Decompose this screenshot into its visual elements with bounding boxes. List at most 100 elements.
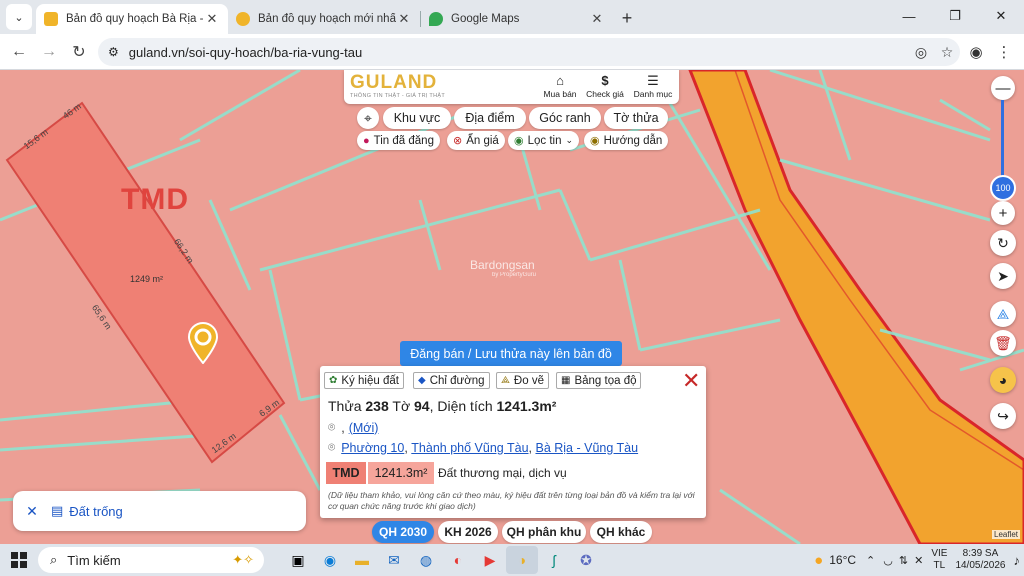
guland-logo[interactable]: GULAND THÔNG TIN THẬT - GIÁ TRỊ THẬT [350, 73, 446, 101]
post-parcel-button[interactable]: Đăng bán / Lưu thửa này lên bản đồ [400, 341, 622, 366]
windows-start-icon[interactable] [0, 552, 38, 568]
navigate-arrow-icon[interactable]: ➤ [990, 263, 1016, 289]
notification-bell-icon[interactable]: ♪ [1014, 553, 1021, 568]
zoom-in-icon[interactable]: + [991, 201, 1015, 225]
reload-icon[interactable]: ↻ [64, 37, 94, 67]
map-pin-icon[interactable] [186, 322, 220, 364]
lang-code: VIE [931, 548, 948, 559]
trash-icon[interactable]: 🗑 [990, 330, 1016, 356]
filter-goc-ranh[interactable]: Góc ranh [529, 107, 601, 129]
zoom-level-badge[interactable]: 100 [990, 175, 1016, 201]
measure-icon[interactable]: ⟁ [990, 301, 1016, 327]
url-omnibox[interactable]: ⚙ guland.vn/soi-quy-hoach/ba-ria-vung-ta… [98, 38, 960, 66]
plan-qh-khac-button[interactable]: QH khác [590, 521, 652, 543]
title-word: Thửa [328, 398, 362, 414]
input-language[interactable]: VIE TL [931, 548, 947, 572]
address-new-line: ⌾ , (Mới) [328, 420, 378, 435]
network-icon[interactable]: ⇅ [899, 554, 908, 567]
volume-mute-icon[interactable]: ✕ [914, 554, 923, 567]
tab-search-chevron-icon[interactable]: ⌄ [6, 4, 32, 30]
menu-kebab-icon[interactable]: ⋮ [990, 38, 1018, 66]
land-status-label[interactable]: Đất trống [69, 504, 122, 519]
ward-link[interactable]: Phường 10 [341, 441, 404, 455]
close-tab-icon[interactable]: ✕ [589, 11, 605, 27]
filter-tin-da-dang[interactable]: ● Tin đã đăng [357, 131, 440, 150]
logo-slogan: THÔNG TIN THẬT - GIÁ TRỊ THẬT [350, 93, 445, 99]
bookmark-star-icon[interactable]: ☆ [934, 44, 960, 61]
city-link[interactable]: Thành phố Vũng Tàu [411, 441, 528, 455]
address-prefix: , [341, 420, 345, 435]
land-symbol-icon: ✿ [329, 375, 338, 386]
back-arrow-icon[interactable]: ← [4, 37, 34, 67]
tab-planning[interactable]: Bản đồ quy hoạch mới nhất Thành phố ✕ [228, 4, 420, 34]
tab-do-ve[interactable]: ⟁ Đo vẽ [496, 372, 549, 389]
map-canvas[interactable]: TMD 1249 m² 46 m 15,6 m 66,2 m 65,6 m 6,… [0, 70, 1024, 544]
task-view-icon[interactable]: ▣ [282, 546, 314, 574]
clock[interactable]: 8:39 SA 14/05/2026 [955, 548, 1005, 572]
restore-icon[interactable]: ❐ [932, 0, 978, 32]
site-info-icon[interactable]: ⚙ [108, 45, 119, 59]
chrome-guland-icon[interactable]: ◑ [506, 546, 538, 574]
guide-icon: ◉ [590, 135, 600, 147]
outlook-icon[interactable]: ✉ [378, 546, 410, 574]
province-link[interactable]: Bà Rịa - Vũng Tàu [535, 441, 638, 455]
parcel-area: 1241.3m² [496, 398, 557, 414]
filter-to-thua[interactable]: Tờ thửa [604, 107, 668, 129]
new-tab-plus-icon[interactable]: + [613, 4, 641, 32]
sheet-number: 94 [414, 398, 430, 414]
plan-qh-phan-khu-button[interactable]: QH phân khu [502, 521, 586, 543]
close-card-icon[interactable]: ✕ [13, 503, 51, 520]
app-photos-icon[interactable]: ✪ [570, 546, 602, 574]
eye-off-icon[interactable]: ◎ [908, 44, 934, 61]
filter-icon: ◉ [514, 135, 524, 147]
filter-huong-dan[interactable]: ◉ Hướng dẫn [584, 131, 669, 150]
close-popup-icon[interactable]: ✕ [682, 368, 700, 394]
table-icon: ▦ [561, 375, 571, 386]
system-tray: ● 16°C ⌃ ◡ ⇅ ✕ VIE TL 8:39 SA 14/05/2026… [814, 544, 1020, 576]
tab-guland[interactable]: Bản đồ quy hoạch Bà Rịa - Vũng Tàu ✕ [36, 4, 228, 34]
tab-bang-toa-do[interactable]: ▦ Bảng tọa độ [556, 372, 642, 389]
app-s-icon[interactable]: ʃ [538, 546, 570, 574]
wifi-icon[interactable]: ◡ [883, 554, 893, 567]
edge-icon[interactable]: ◉ [314, 546, 346, 574]
chrome-icon[interactable]: ◐ [442, 546, 474, 574]
nav-danh-muc[interactable]: ☰ Danh mục [625, 73, 681, 99]
filter-dia-diem[interactable]: Địa điểm [454, 107, 526, 129]
filter-an-gia[interactable]: ⊗ Ẩn giá [447, 131, 505, 150]
filter-loc-tin[interactable]: ◉ Lọc tin ⌄ [508, 131, 580, 150]
measure-draw-icon: ⟁ [501, 375, 510, 386]
share-icon[interactable]: ↪ [990, 403, 1016, 429]
tab-google-maps[interactable]: Google Maps ✕ [421, 4, 613, 34]
close-window-icon[interactable]: ✕ [978, 0, 1024, 32]
taskbar-search[interactable]: ⌕ Tìm kiếm ✦✧ [38, 547, 264, 573]
youtube-icon[interactable]: ▶ [474, 546, 506, 574]
minimize-icon[interactable]: — [886, 0, 932, 32]
zoom-slider-track[interactable] [1001, 100, 1004, 178]
watermark-sub-text: by PropertyGuru [492, 272, 537, 278]
profile-avatar-icon[interactable]: ◉ [962, 38, 990, 66]
clock-time: 8:39 SA [962, 548, 999, 559]
weather-temp[interactable]: 16°C [829, 553, 856, 567]
tab-ky-hieu-dat[interactable]: ✿ Ký hiệu đất [324, 372, 404, 389]
leaflet-attribution[interactable]: Leaflet [992, 530, 1021, 539]
chip-label: Lọc tin [527, 134, 562, 147]
address-new-link[interactable]: (Mới) [349, 421, 379, 435]
close-tab-icon[interactable]: ✕ [204, 11, 220, 27]
layers-palette-icon[interactable]: ◕ [990, 367, 1016, 393]
file-explorer-icon[interactable]: ▬ [346, 546, 378, 574]
close-tab-icon[interactable]: ✕ [396, 11, 412, 27]
zoom-out-icon[interactable]: — [991, 76, 1015, 100]
plan-kh-2026-button[interactable]: KH 2026 [438, 521, 498, 543]
app-g-icon[interactable]: ◍ [410, 546, 442, 574]
filter-khu-vuc[interactable]: Khu vực [383, 107, 451, 129]
forward-arrow-icon[interactable]: → [34, 37, 64, 67]
plan-qh-2030-button[interactable]: QH 2030 [372, 521, 434, 543]
chevron-up-icon[interactable]: ⌃ [866, 554, 875, 567]
tab-chi-duong[interactable]: ◆ Chỉ đường [413, 372, 490, 389]
tab-title: Bản đồ quy hoạch Bà Rịa - Vũng Tàu [66, 13, 204, 25]
refresh-icon[interactable]: ↻ [990, 230, 1016, 256]
location-pin-icon: ⌾ [328, 420, 336, 434]
zone-label-tmd: TMD [121, 183, 189, 216]
locate-me-icon[interactable]: ⌖ [357, 107, 379, 129]
url-text[interactable]: guland.vn/soi-quy-hoach/ba-ria-vung-tau [129, 45, 908, 60]
